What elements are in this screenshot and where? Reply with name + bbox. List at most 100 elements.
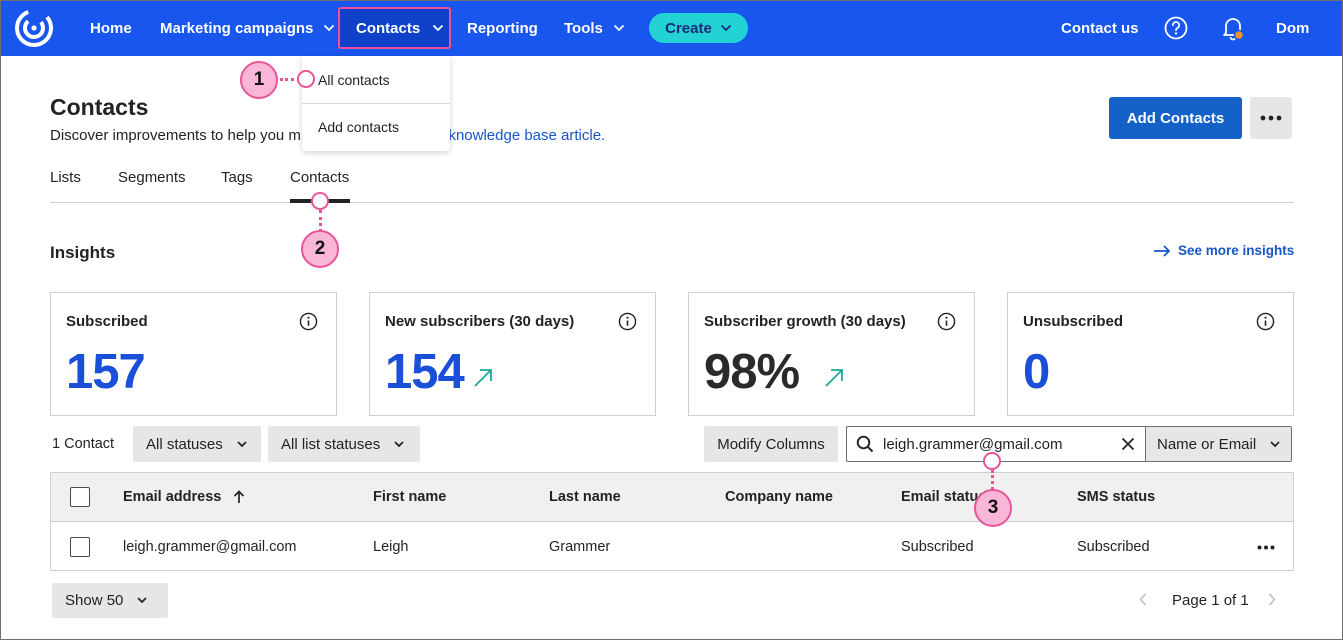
card-value: 157	[66, 345, 146, 399]
page-indicator: Page 1 of 1	[1172, 592, 1249, 609]
tabs-divider	[50, 202, 1294, 203]
column-header-first-name[interactable]: First name	[373, 489, 446, 505]
see-more-insights-link[interactable]: See more insights	[1153, 243, 1294, 258]
column-header-sms-status[interactable]: SMS status	[1077, 489, 1155, 505]
card-label: Subscriber growth (30 days)	[704, 313, 906, 330]
page-size-select[interactable]: Show 50	[52, 583, 168, 618]
cell-first-name: Leigh	[373, 539, 409, 555]
column-header-email[interactable]: Email address	[123, 489, 245, 505]
description-text: Discover improvements to help you m	[50, 127, 301, 144]
nav-reporting-label: Reporting	[467, 19, 538, 37]
arrow-right-icon	[1154, 244, 1171, 257]
callout-target-dot	[297, 70, 315, 88]
contact-us-label: Contact us	[1061, 19, 1139, 37]
nav-contact-us[interactable]: Contact us	[1061, 0, 1139, 56]
logo-icon[interactable]	[14, 8, 54, 48]
close-icon[interactable]	[1121, 437, 1135, 451]
add-contacts-button[interactable]: Add Contacts	[1109, 97, 1242, 139]
info-icon[interactable]	[618, 312, 637, 331]
chevron-down-icon	[1270, 440, 1280, 447]
column-header-last-name[interactable]: Last name	[549, 489, 621, 505]
card-value: 0	[1023, 345, 1050, 399]
search-value: leigh.grammer@gmail.com	[883, 436, 1063, 453]
nav-contacts[interactable]: Contacts	[338, 7, 451, 49]
list-status-filter-label: All list statuses	[281, 435, 381, 453]
cell-last-name: Grammer	[549, 539, 611, 555]
card-label: Unsubscribed	[1023, 313, 1124, 330]
list-status-filter-select[interactable]: All list statuses	[268, 426, 420, 462]
cell-email-status: Subscribed	[901, 539, 974, 555]
sort-up-icon	[234, 490, 245, 503]
bell-icon[interactable]	[1221, 15, 1245, 41]
nav-home-label: Home	[90, 19, 132, 37]
tab-contacts[interactable]: Contacts	[290, 169, 349, 186]
tab-segments[interactable]: Segments	[118, 169, 186, 186]
select-all-checkbox[interactable]	[70, 487, 90, 507]
status-filter-select[interactable]: All statuses	[133, 426, 261, 462]
nav-tools-label: Tools	[564, 19, 603, 37]
nav-marketing-campaigns[interactable]: Marketing campaigns	[160, 0, 335, 56]
card-label: New subscribers (30 days)	[385, 313, 575, 330]
chevron-down-icon	[613, 24, 625, 32]
help-icon[interactable]	[1164, 16, 1188, 40]
nav-home[interactable]: Home	[90, 0, 132, 56]
chevron-left-icon[interactable]	[1139, 593, 1147, 606]
search-scope-select[interactable]: Name or Email	[1146, 426, 1292, 462]
insights-heading: Insights	[50, 243, 116, 262]
trend-up-icon	[825, 369, 843, 387]
create-button[interactable]: Create	[649, 13, 748, 43]
card-value: 154	[385, 345, 465, 399]
nav-tools[interactable]: Tools	[564, 0, 625, 56]
more-icon[interactable]	[1257, 545, 1275, 550]
table-header: Email address First name Last name Compa…	[51, 473, 1293, 522]
callout-1: 1	[240, 61, 278, 99]
card-value: 98%	[704, 345, 800, 399]
info-icon[interactable]	[299, 312, 318, 331]
contacts-dropdown-menu: All contacts Add contacts	[302, 56, 450, 151]
tab-lists[interactable]: Lists	[50, 169, 81, 186]
nav-reporting[interactable]: Reporting	[467, 0, 538, 56]
callout-connector	[991, 470, 994, 490]
contacts-table: Email address First name Last name Compa…	[50, 472, 1294, 571]
callout-connector	[319, 210, 322, 232]
row-checkbox[interactable]	[70, 537, 90, 557]
card-label: Subscribed	[66, 313, 148, 330]
knowledge-base-link[interactable]: knowledge base article.	[448, 127, 605, 144]
insight-card-subscriber-growth: Subscriber growth (30 days) 98%	[688, 292, 975, 416]
page-size-label: Show 50	[65, 592, 124, 609]
page-title: Contacts	[50, 94, 149, 120]
chevron-down-icon	[432, 24, 444, 32]
column-header-label: Email address	[123, 489, 222, 505]
menu-item-all-contacts[interactable]: All contacts	[318, 72, 390, 88]
nav-marketing-label: Marketing campaigns	[160, 19, 314, 37]
trend-up-icon	[474, 369, 492, 387]
more-actions-button[interactable]	[1250, 97, 1292, 139]
insight-card-unsubscribed: Unsubscribed 0	[1007, 292, 1294, 416]
menu-divider	[302, 103, 450, 104]
chevron-down-icon	[720, 24, 732, 32]
callout-target-dot	[983, 452, 1001, 470]
callout-target-dot	[311, 192, 329, 210]
search-scope-label: Name or Email	[1157, 435, 1257, 453]
menu-item-add-contacts[interactable]: Add contacts	[318, 119, 399, 135]
callout-3: 3	[974, 489, 1012, 527]
nav-user-menu[interactable]: Dom	[1276, 0, 1309, 56]
callout-2: 2	[301, 230, 339, 268]
chevron-down-icon	[237, 440, 247, 447]
search-icon	[856, 435, 874, 453]
info-icon[interactable]	[937, 312, 956, 331]
chevron-right-icon[interactable]	[1268, 593, 1276, 606]
top-navigation: Home Marketing campaigns Contacts Report…	[0, 0, 1343, 56]
see-more-label: See more insights	[1178, 243, 1295, 258]
modify-columns-button[interactable]: Modify Columns	[704, 426, 838, 462]
tab-tags[interactable]: Tags	[221, 169, 253, 186]
more-icon	[1260, 115, 1282, 121]
user-name: Dom	[1276, 19, 1310, 37]
nav-contacts-label: Contacts	[356, 19, 421, 37]
status-filter-label: All statuses	[146, 435, 223, 453]
column-header-company[interactable]: Company name	[725, 489, 833, 505]
insight-card-new-subscribers: New subscribers (30 days) 154	[369, 292, 656, 416]
info-icon[interactable]	[1256, 312, 1275, 331]
cell-email[interactable]: leigh.grammer@gmail.com	[123, 539, 296, 555]
create-label: Create	[665, 19, 712, 37]
